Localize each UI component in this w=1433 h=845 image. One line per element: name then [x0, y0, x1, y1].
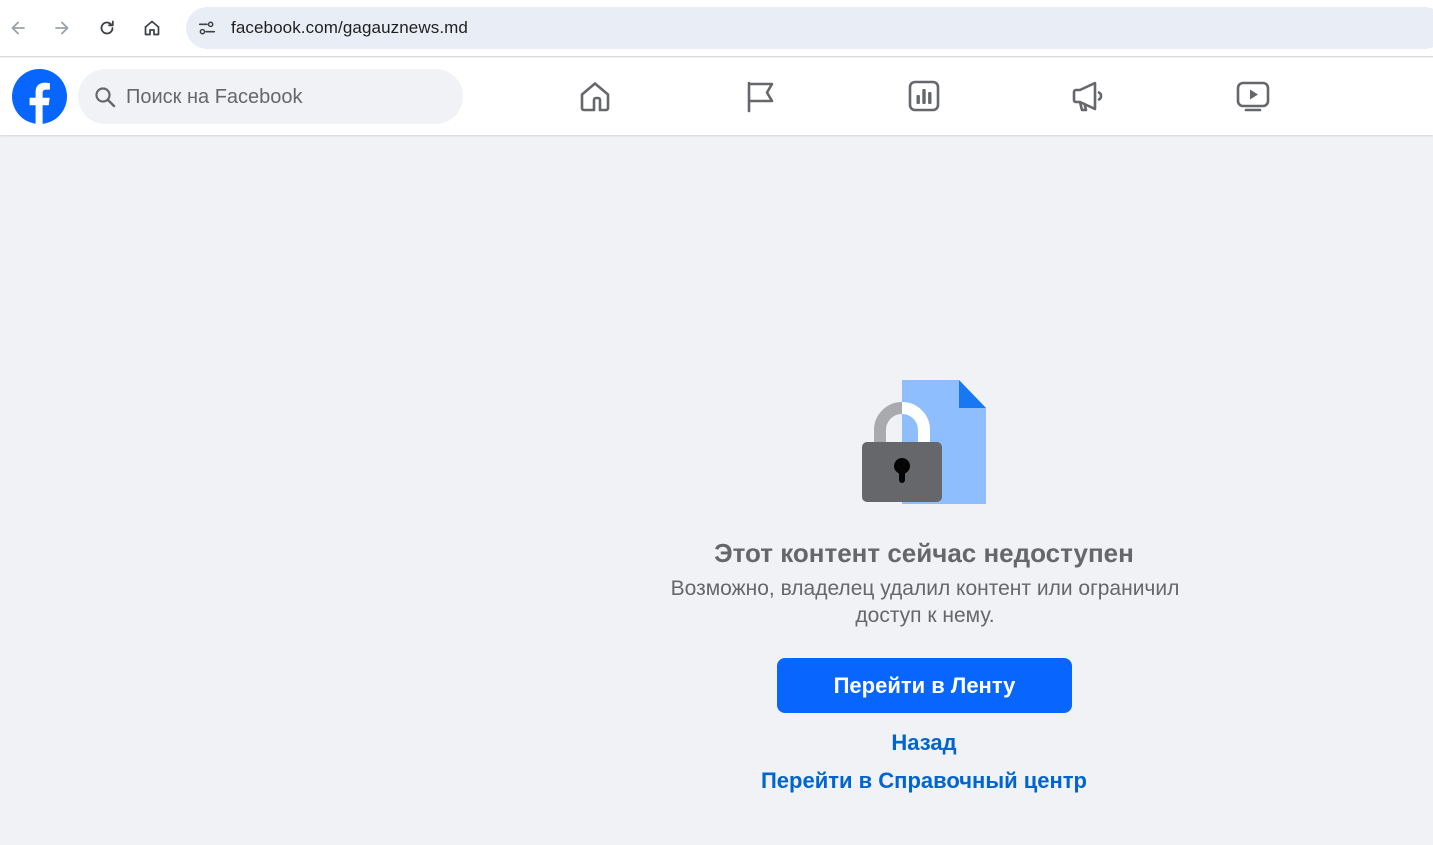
search-icon — [94, 86, 116, 108]
site-info-icon[interactable] — [196, 17, 218, 39]
video-icon[interactable] — [1235, 78, 1271, 114]
megaphone-icon[interactable] — [1070, 78, 1106, 114]
url-text[interactable]: facebook.com/gagauznews.md — [231, 18, 468, 38]
browser-toolbar: facebook.com/gagauznews.md — [0, 0, 1433, 57]
back-arrow-icon[interactable] — [2, 12, 34, 44]
search-input[interactable] — [126, 82, 446, 112]
help-center-link[interactable]: Перейти в Справочный центр — [415, 768, 1433, 794]
error-title: Этот контент сейчас недоступен — [714, 538, 1134, 568]
forward-arrow-icon[interactable] — [46, 12, 78, 44]
home-icon[interactable] — [577, 78, 613, 114]
facebook-search-box[interactable] — [78, 69, 463, 124]
home-browser-icon[interactable] — [136, 12, 168, 44]
reload-icon[interactable] — [91, 12, 123, 44]
address-bar[interactable]: facebook.com/gagauznews.md — [186, 7, 1433, 49]
pages-flag-icon[interactable] — [742, 78, 778, 114]
locked-content-illustration — [860, 380, 988, 504]
facebook-logo-icon[interactable] — [12, 69, 67, 124]
ads-manager-icon[interactable] — [906, 78, 942, 114]
back-link[interactable]: Назад — [415, 730, 1433, 756]
back-link-wrap: Назад — [0, 730, 1433, 756]
facebook-header — [0, 58, 1433, 135]
error-subtitle: Возможно, владелец удалил контент или ог… — [670, 577, 1180, 627]
go-to-feed-button[interactable]: Перейти в Ленту — [777, 658, 1072, 713]
help-center-link-wrap: Перейти в Справочный центр — [0, 768, 1433, 794]
error-title-wrap: Этот контент сейчас недоступен — [0, 538, 1433, 569]
